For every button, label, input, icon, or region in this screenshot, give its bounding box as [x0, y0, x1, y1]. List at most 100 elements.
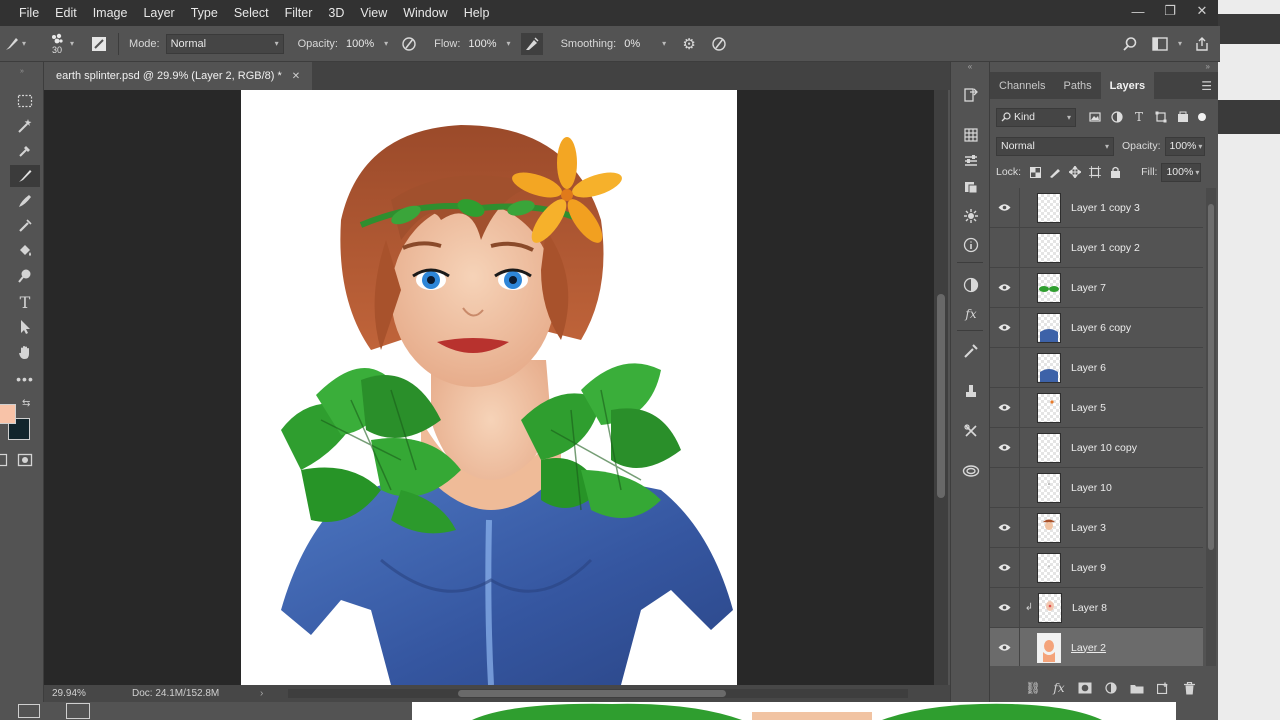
- brush-tool-icon[interactable]: [2, 37, 22, 51]
- tab-paths[interactable]: Paths: [1054, 72, 1100, 99]
- collapse-panel-icon[interactable]: »: [1206, 62, 1210, 71]
- filter-toggle-icon[interactable]: [1198, 113, 1206, 121]
- layer-thumbnail[interactable]: [1037, 192, 1061, 223]
- gear-icon[interactable]: ⚙: [678, 35, 700, 53]
- share-icon[interactable]: [1192, 36, 1212, 52]
- lock-transparent-pixels-icon[interactable]: [1025, 163, 1045, 181]
- visibility-eye-icon[interactable]: [990, 307, 1020, 348]
- foreground-color-swatch[interactable]: [0, 404, 16, 424]
- canvas-horizontal-scrollbar[interactable]: [288, 689, 908, 698]
- color-panel-icon[interactable]: [959, 274, 983, 296]
- layer-thumbnail[interactable]: [1037, 352, 1061, 383]
- visibility-eye-icon[interactable]: [990, 188, 1020, 228]
- marquee-tool-icon[interactable]: [10, 90, 40, 112]
- workspace-chevron-icon[interactable]: ▾: [1178, 39, 1182, 48]
- menu-3d[interactable]: 3D: [320, 0, 352, 26]
- marquee-icon[interactable]: [18, 704, 40, 718]
- smart-object-filter-icon[interactable]: [1174, 108, 1192, 126]
- brush-preset-chevron-icon[interactable]: ▾: [70, 39, 74, 48]
- lock-position-icon[interactable]: [1065, 163, 1085, 181]
- menu-select[interactable]: Select: [226, 0, 277, 26]
- filter-kind-dropdown[interactable]: Kind ▾: [996, 107, 1076, 127]
- search-icon[interactable]: [1120, 36, 1140, 52]
- visibility-eye-icon[interactable]: [990, 347, 1020, 388]
- lock-image-pixels-icon[interactable]: [1045, 163, 1065, 181]
- chevron-down-icon[interactable]: ▾: [384, 39, 388, 48]
- visibility-eye-icon[interactable]: [990, 587, 1020, 628]
- layer-name[interactable]: Layer 10 copy: [1071, 442, 1137, 454]
- tab-channels[interactable]: Channels: [990, 72, 1054, 99]
- layer-name[interactable]: Layer 6 copy: [1071, 322, 1131, 334]
- scrollbar-thumb[interactable]: [1208, 204, 1214, 550]
- panel-menu-icon[interactable]: ☰: [1201, 72, 1218, 99]
- layer-name[interactable]: Layer 2: [1071, 642, 1106, 654]
- visibility-eye-icon[interactable]: [990, 387, 1020, 428]
- canvas-vertical-scrollbar[interactable]: [934, 90, 948, 685]
- layer-name[interactable]: Layer 1 copy 3: [1071, 202, 1140, 214]
- info-panel-icon[interactable]: [959, 234, 983, 256]
- swatches-panel-icon[interactable]: [959, 124, 983, 146]
- new-layer-icon[interactable]: [1150, 682, 1176, 694]
- layer-row[interactable]: ↲ Layer 8: [990, 587, 1203, 628]
- opacity-field[interactable]: 100% ▾: [344, 34, 390, 54]
- layer-name[interactable]: Layer 6: [1071, 362, 1106, 374]
- mixer-brush-tool-icon[interactable]: [10, 190, 40, 212]
- tab-layers[interactable]: Layers: [1100, 72, 1155, 99]
- smoothing-field[interactable]: 0% ▾: [622, 34, 668, 54]
- layer-row[interactable]: Layer 10: [990, 467, 1203, 508]
- menu-window[interactable]: Window: [395, 0, 455, 26]
- scrollbar-thumb[interactable]: [937, 294, 945, 498]
- edit-toolbar-icon[interactable]: [0, 449, 16, 471]
- lock-all-icon[interactable]: [1105, 163, 1125, 181]
- visibility-eye-icon[interactable]: [990, 627, 1020, 666]
- adjustments-panel-icon[interactable]: [959, 150, 983, 172]
- collapse-panels-icon[interactable]: «: [951, 62, 989, 72]
- layer-row[interactable]: Layer 3: [990, 507, 1203, 548]
- clone-source-panel-icon[interactable]: [959, 380, 983, 402]
- lock-artboard-icon[interactable]: [1085, 163, 1105, 181]
- layer-fill-field[interactable]: 100% ▾: [1161, 162, 1202, 182]
- layer-list-scrollbar[interactable]: [1206, 188, 1216, 666]
- tool-presets-panel-icon[interactable]: [959, 420, 983, 442]
- styles-panel-icon[interactable]: fx: [959, 303, 983, 325]
- menu-type[interactable]: Type: [183, 0, 226, 26]
- minimize-button[interactable]: —: [1122, 0, 1154, 22]
- layer-thumbnail[interactable]: [1037, 512, 1061, 543]
- layer-thumbnail[interactable]: [1037, 312, 1061, 343]
- add-mask-icon[interactable]: [1072, 682, 1098, 694]
- pressure-opacity-icon[interactable]: [398, 36, 420, 52]
- brushes-panel-icon[interactable]: [959, 340, 983, 362]
- mode-dropdown[interactable]: Normal ▾: [165, 33, 284, 54]
- layer-row[interactable]: Layer 1 copy 3: [990, 188, 1203, 228]
- canvas-area[interactable]: [44, 90, 934, 685]
- visibility-eye-icon[interactable]: [990, 427, 1020, 468]
- brush-settings-panel-icon[interactable]: [88, 36, 110, 52]
- scrollbar-thumb[interactable]: [458, 690, 726, 697]
- layer-opacity-field[interactable]: 100% ▾: [1164, 136, 1205, 156]
- layer-name[interactable]: Layer 3: [1071, 522, 1106, 534]
- layer-thumbnail[interactable]: [1038, 592, 1062, 623]
- brush-tool-icon[interactable]: [10, 165, 40, 187]
- layer-thumbnail[interactable]: [1037, 432, 1061, 463]
- properties-panel-icon[interactable]: [959, 205, 983, 227]
- creative-cloud-icon[interactable]: [959, 460, 983, 482]
- visibility-eye-icon[interactable]: [990, 267, 1020, 308]
- layer-name[interactable]: Layer 9: [1071, 562, 1106, 574]
- type-tool-icon[interactable]: T: [10, 291, 40, 313]
- menu-filter[interactable]: Filter: [277, 0, 321, 26]
- document-tab[interactable]: earth splinter.psd @ 29.9% (Layer 2, RGB…: [44, 62, 313, 90]
- layer-row[interactable]: Layer 1 copy 2: [990, 227, 1203, 268]
- layer-thumbnail[interactable]: [1037, 472, 1061, 503]
- tool-preset-chevron-icon[interactable]: ▾: [22, 39, 26, 48]
- screen-mode-icon[interactable]: [66, 703, 90, 719]
- menu-view[interactable]: View: [352, 0, 395, 26]
- pixel-filter-icon[interactable]: [1086, 108, 1104, 126]
- zoom-level[interactable]: 29.94%: [52, 688, 112, 699]
- layer-style-icon[interactable]: fx: [1046, 681, 1072, 695]
- layer-thumbnail[interactable]: [1037, 272, 1061, 303]
- flow-field[interactable]: 100% ▾: [466, 34, 512, 54]
- brush-preset-picker[interactable]: 30: [48, 32, 66, 55]
- visibility-eye-icon[interactable]: [990, 227, 1020, 268]
- menu-layer[interactable]: Layer: [135, 0, 182, 26]
- layer-thumbnail[interactable]: [1037, 632, 1061, 663]
